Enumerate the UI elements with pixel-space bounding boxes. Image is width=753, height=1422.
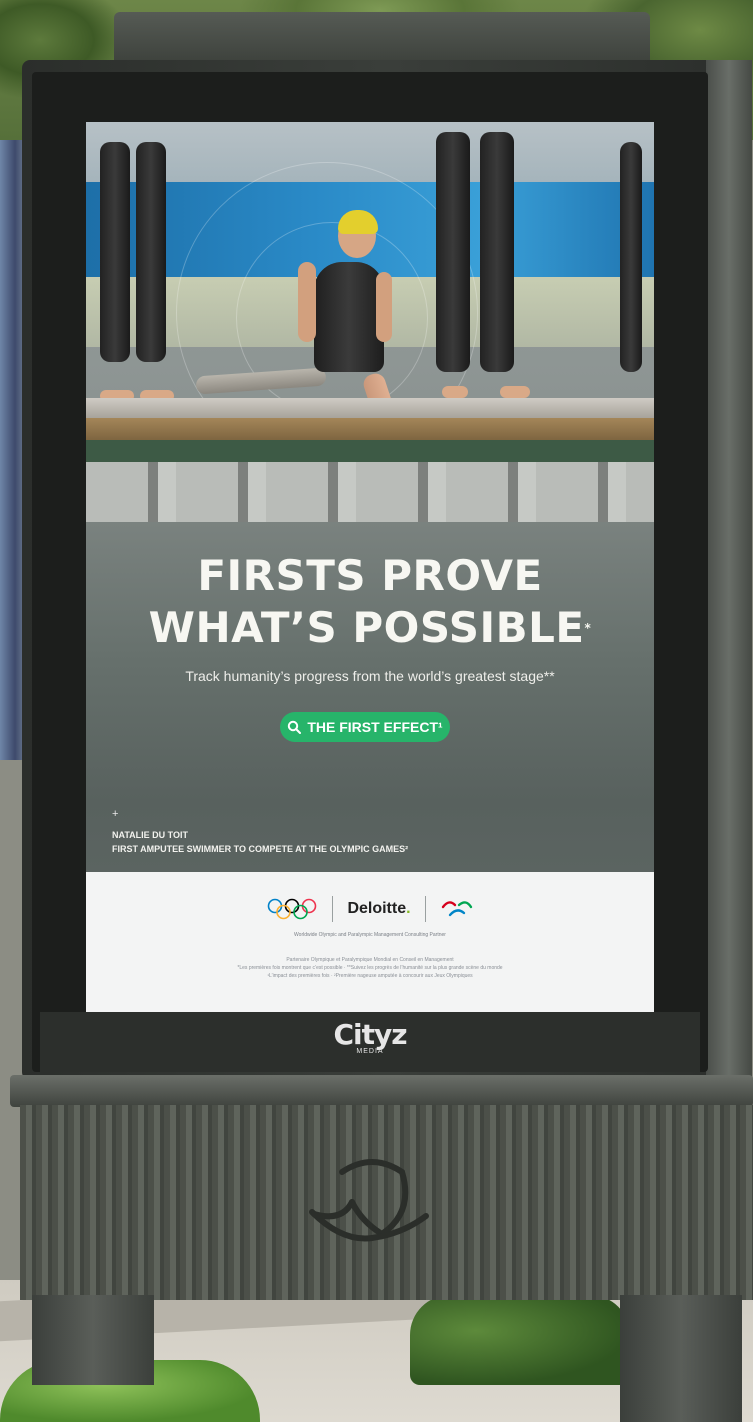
- kiosk-side-panel: [706, 60, 752, 1080]
- sponsor-logos: Deloitte.: [86, 892, 654, 926]
- headline-line-2-text: WHAT’S POSSIBLE: [148, 603, 585, 652]
- kiosk-leg-right: [620, 1295, 742, 1422]
- first-effect-label: THE FIRST EFFECT¹: [307, 719, 443, 735]
- olympic-rings-icon: [268, 898, 317, 920]
- poster-tagline: Track humanity’s progress from the world…: [185, 668, 555, 684]
- pontoon-trim: [86, 440, 654, 462]
- pontoon-floats: [86, 462, 654, 524]
- deloitte-logo: Deloitte.: [347, 900, 410, 918]
- pontoon-deck: [86, 398, 654, 418]
- logo-divider: [332, 896, 334, 922]
- swimmer-body: [314, 262, 384, 372]
- headline-line-1: FIRSTS PROVE: [197, 551, 543, 600]
- swimmer-arm: [298, 262, 316, 342]
- fine-print-line: ¹L’impact des premières fois · ²Première…: [267, 973, 473, 979]
- athlete-name: NATALIE DU TOIT: [112, 830, 188, 840]
- athlete-leg: [480, 132, 514, 372]
- athlete-foot: [442, 386, 468, 398]
- cityz-name: ityz: [353, 1018, 408, 1051]
- cityz-wordmark: Cityz: [320, 1020, 420, 1050]
- swimmer-arm: [376, 272, 392, 342]
- kiosk-leg-left: [32, 1295, 154, 1385]
- deloitte-wordmark: Deloitte: [347, 900, 407, 917]
- paralympic-agitos-icon: [441, 901, 472, 917]
- hedge: [410, 1295, 630, 1385]
- athlete-foot: [500, 386, 530, 398]
- headline-line-2: WHAT’S POSSIBLE*: [86, 602, 654, 654]
- first-effect-button[interactable]: THE FIRST EFFECT¹: [280, 712, 450, 742]
- city-emblem-icon: [309, 1159, 429, 1242]
- cityz-initial: C: [333, 1018, 354, 1051]
- athlete-caption: NATALIE DU TOIT FIRST AMPUTEE SWIMMER TO…: [112, 828, 512, 856]
- fine-print-line: Partenaire Olympique et Paralympique Mon…: [286, 957, 454, 963]
- athlete-leg: [436, 132, 470, 372]
- kiosk-ledge: [10, 1075, 753, 1107]
- athlete-leg: [100, 142, 130, 362]
- street-scene: FIRSTS PROVE WHAT’S POSSIBLE* Track huma…: [0, 0, 753, 1422]
- athlete-leg: [620, 142, 642, 372]
- advertising-poster: FIRSTS PROVE WHAT’S POSSIBLE* Track huma…: [86, 122, 654, 1015]
- athlete-description: FIRST AMPUTEE SWIMMER TO COMPETE AT THE …: [112, 844, 409, 854]
- partner-line: Worldwide Olympic and Paralympic Managem…: [294, 932, 446, 938]
- legal-fine-print: Partenaire Olympique et Paralympique Mon…: [126, 956, 614, 980]
- poster-photo: [86, 122, 654, 872]
- logo-divider: [424, 896, 426, 922]
- headline-asterisk: *: [584, 621, 592, 635]
- athlete-leg: [136, 142, 166, 362]
- cityz-media-logo: Cityz MEDIA: [320, 1020, 420, 1066]
- fine-print-line: *Les premières fois montrent que c’est p…: [237, 965, 503, 971]
- pontoon-wood-edge: [86, 418, 654, 440]
- poster-headline: FIRSTS PROVE WHAT’S POSSIBLE*: [86, 550, 654, 654]
- search-icon: [288, 720, 302, 734]
- caption-plus: +: [112, 808, 119, 820]
- deloitte-dot: .: [406, 900, 411, 917]
